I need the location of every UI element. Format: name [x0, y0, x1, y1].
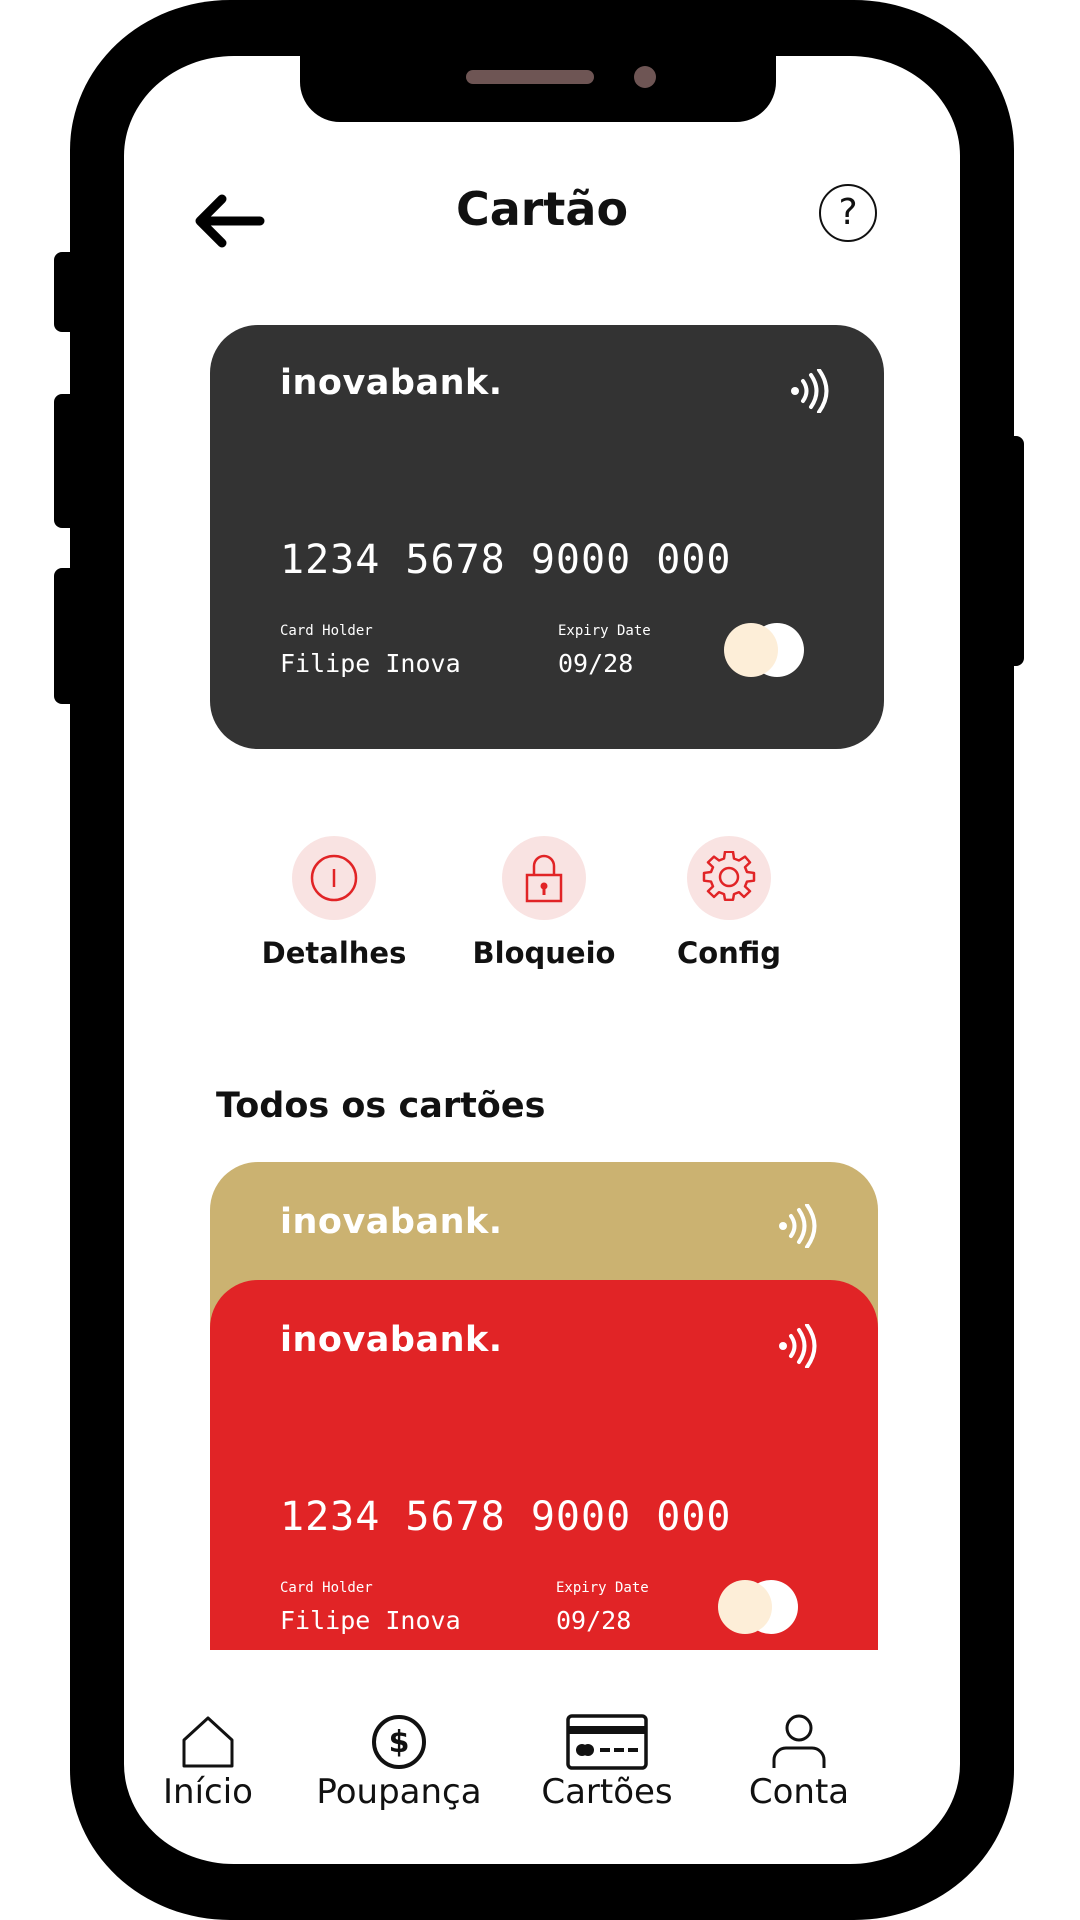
- nav-cards-label: Cartões: [541, 1772, 673, 1812]
- red-card-holder-label: Card Holder: [280, 1580, 373, 1596]
- volume-up-button: [54, 394, 78, 528]
- mute-switch: [54, 252, 78, 332]
- red-credit-card[interactable]: inovabank. 1234 5678 9000 000 Card Holde…: [210, 1280, 878, 1650]
- details-action[interactable]: Detalhes: [244, 836, 424, 970]
- expiry-label: Expiry Date: [558, 623, 651, 639]
- block-icon-circle: [502, 836, 586, 920]
- red-card-holder-name: Filipe Inova: [280, 1606, 461, 1635]
- home-icon: [182, 1716, 234, 1768]
- svg-text:$: $: [389, 1725, 410, 1760]
- gear-icon: [702, 851, 756, 902]
- card-network-logo-left: [718, 1580, 772, 1634]
- dollar-icon: $: [372, 1715, 426, 1769]
- help-icon: ?: [838, 192, 858, 233]
- user-icon: [772, 1714, 826, 1768]
- nav-savings-label: Poupança: [316, 1772, 482, 1812]
- main-credit-card[interactable]: inovabank. 1234 5678 9000 000 Card Holde…: [210, 325, 884, 749]
- contactless-icon: [779, 1324, 817, 1368]
- expiry-date: 09/28: [558, 649, 634, 678]
- block-label: Bloqueio: [472, 936, 616, 970]
- power-button: [1000, 436, 1024, 666]
- nav-home-label: Início: [163, 1772, 253, 1812]
- config-icon-circle: [687, 836, 771, 920]
- volume-down-button: [54, 568, 78, 704]
- gold-card-brand: inovabank.: [280, 1202, 503, 1242]
- nav-home[interactable]: Início: [152, 1706, 264, 1812]
- red-card-number: 1234 5678 9000 000: [280, 1494, 732, 1540]
- config-label: Config: [676, 936, 782, 970]
- nav-account[interactable]: Conta: [724, 1706, 874, 1812]
- card-network-logo-left: [724, 623, 778, 677]
- help-button[interactable]: ?: [819, 184, 877, 242]
- card-brand: inovabank.: [280, 363, 503, 403]
- speaker: [466, 70, 594, 84]
- phone-screen: Cartão ? inovabank. 1234 5678 9000 000 C…: [124, 56, 960, 1864]
- red-card-brand: inovabank.: [280, 1320, 503, 1360]
- red-card-expiry-label: Expiry Date: [556, 1580, 649, 1596]
- contactless-icon: [779, 1204, 817, 1248]
- info-icon: [310, 854, 358, 902]
- section-title: Todos os cartões: [216, 1086, 546, 1126]
- card-number: 1234 5678 9000 000: [280, 537, 732, 583]
- notch: [300, 56, 776, 122]
- card-holder-label: Card Holder: [280, 623, 373, 639]
- front-camera: [634, 66, 656, 88]
- lock-icon: [525, 854, 563, 903]
- details-icon-circle: [292, 836, 376, 920]
- contactless-icon: [791, 369, 829, 413]
- block-action[interactable]: Bloqueio: [454, 836, 634, 970]
- nav-savings[interactable]: $ Poupança: [304, 1706, 494, 1812]
- red-card-expiry-date: 09/28: [556, 1606, 632, 1635]
- card-holder-name: Filipe Inova: [280, 649, 461, 678]
- nav-account-label: Conta: [748, 1772, 850, 1812]
- details-label: Detalhes: [261, 936, 407, 970]
- nav-cards[interactable]: Cartões: [522, 1706, 692, 1812]
- credit-card-icon: [566, 1714, 648, 1770]
- config-action[interactable]: Config: [654, 836, 804, 970]
